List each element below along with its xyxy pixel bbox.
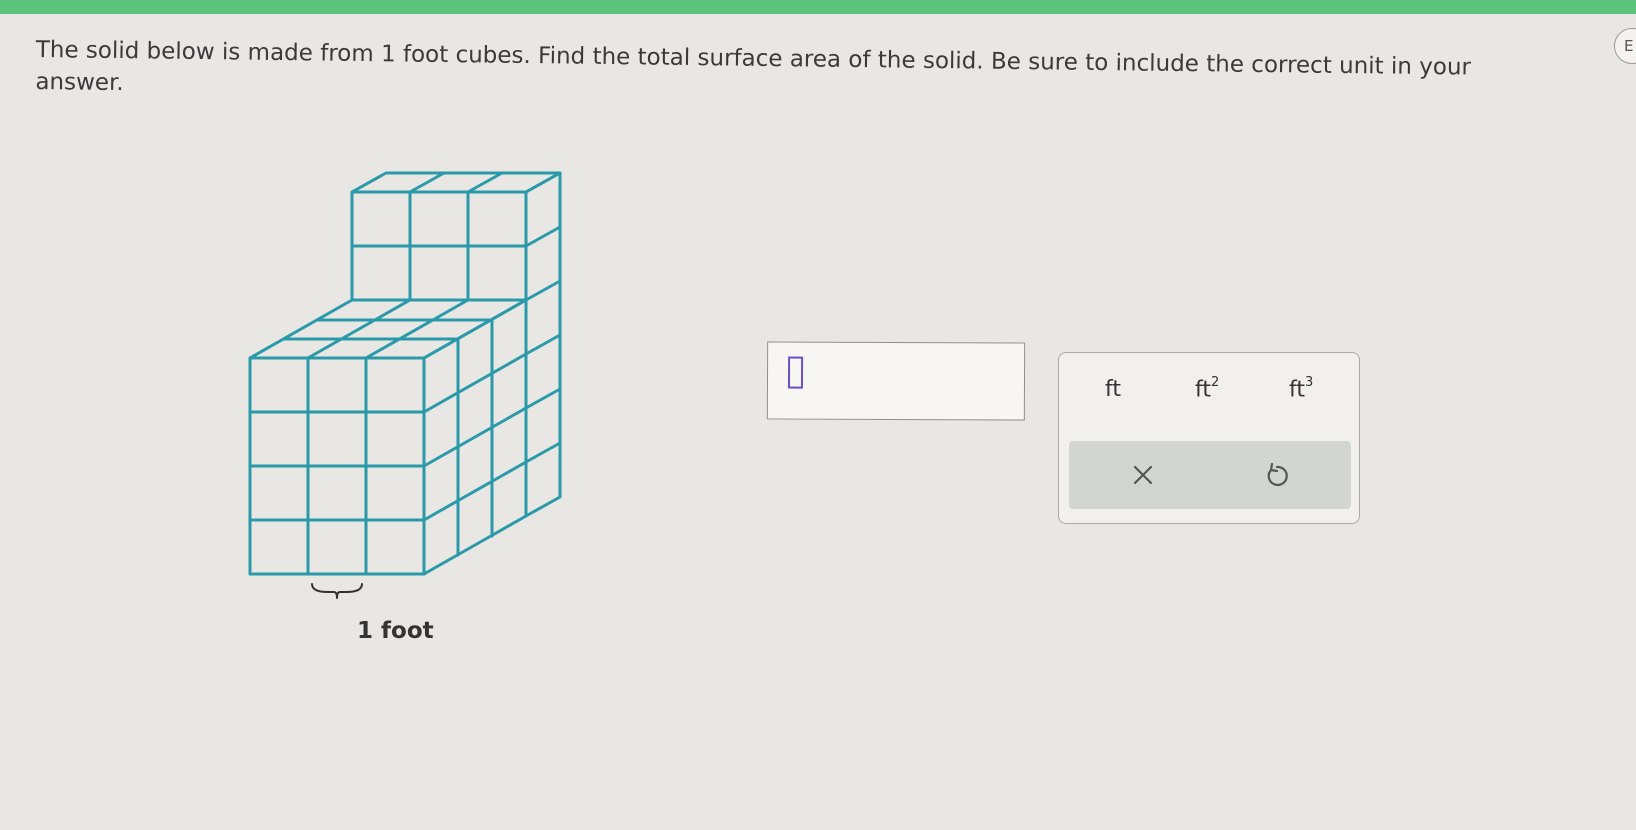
top-progress-bar [0,0,1636,14]
action-row [1069,441,1351,509]
question-text: The solid below is made from 1 foot cube… [35,36,1472,97]
answer-input[interactable] [766,341,1026,421]
unit-ft3-exponent: 3 [1304,375,1314,390]
unit-palette: ft ft2 ft3 [1058,352,1360,524]
clear-button[interactable] [1125,457,1161,493]
scale-label: 1 foot [357,618,434,644]
unit-ft2-label: ft [1195,377,1211,403]
unit-ft-label: ft [1105,377,1121,402]
side-tab[interactable]: E [1614,28,1636,64]
unit-ft2-exponent: 2 [1210,375,1220,390]
input-cursor-box [787,356,804,389]
side-tab-label: E [1624,37,1634,55]
close-icon [1133,465,1153,485]
unit-ft2-button[interactable]: ft2 [1195,375,1220,403]
cube-solid-drawing [248,171,562,599]
unit-ft3-button[interactable]: ft3 [1289,375,1314,403]
cube-solid-figure: 1 foot [230,170,630,650]
undo-button[interactable] [1259,457,1295,493]
undo-icon [1267,462,1288,487]
unit-ft3-label: ft [1289,377,1305,403]
unit-ft-button[interactable]: ft [1105,377,1121,402]
